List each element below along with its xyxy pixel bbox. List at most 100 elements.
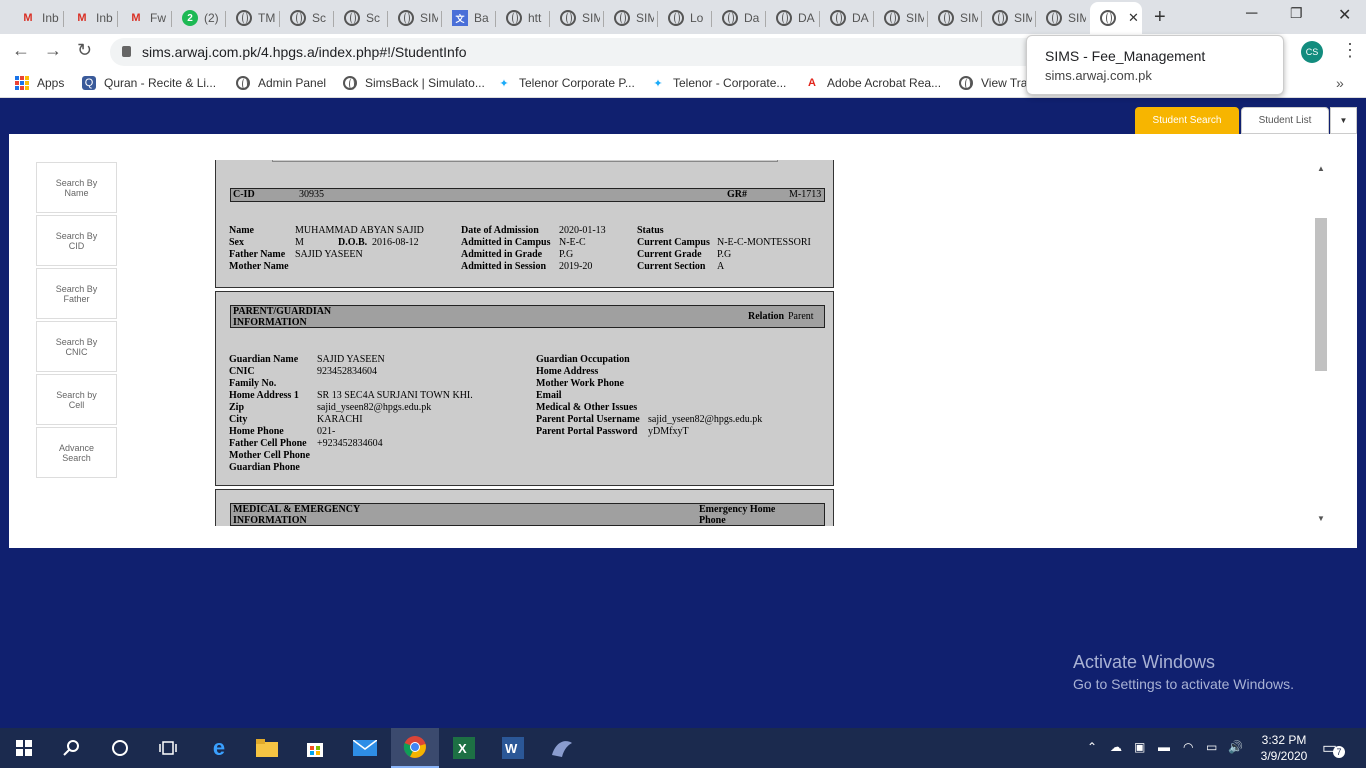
tab-11[interactable]: SIM — [550, 2, 604, 34]
search-by-father-button[interactable]: Search By Father — [36, 268, 117, 319]
gmail-icon: M — [77, 12, 87, 24]
student-list-button[interactable]: Student List — [1241, 107, 1329, 134]
bookmark-admin-panel[interactable]: Admin Panel — [236, 76, 326, 90]
student-info-scroll-area[interactable]: C-ID 30935 GR# M-1713 Name MUHAMMAD ABYA… — [214, 160, 835, 526]
tab-8[interactable]: SIM — [388, 2, 442, 34]
app-icon[interactable] — [538, 728, 586, 768]
student-info-box: C-ID 30935 GR# M-1713 Name MUHAMMAD ABYA… — [215, 160, 834, 288]
truncated-table-edge — [272, 160, 778, 162]
globe-icon — [290, 10, 306, 26]
tab-15[interactable]: DA — [766, 2, 820, 34]
tab-10[interactable]: htt — [496, 2, 550, 34]
tab-active[interactable]: ✕ — [1090, 2, 1142, 34]
globe-icon — [560, 10, 576, 26]
close-tab-icon[interactable]: ✕ — [1128, 10, 1139, 26]
medical-header: MEDICAL & EMERGENCY INFORMATION Emergenc… — [230, 503, 825, 526]
bookmark-simsback[interactable]: SimsBack | Simulato... — [343, 76, 485, 90]
bookmark-adobe[interactable]: A Adobe Acrobat Rea... — [805, 76, 941, 90]
tab-14[interactable]: Da — [712, 2, 766, 34]
main-panel: Search By Name Search By CID Search By Fath… — [9, 134, 1357, 548]
cortana-icon[interactable] — [96, 728, 144, 768]
profile-avatar[interactable]: CS — [1301, 41, 1323, 63]
advance-search-button[interactable]: Advance Search — [36, 427, 117, 478]
telenor-icon: ✦ — [499, 77, 509, 90]
wifi-icon[interactable]: ◠ — [1183, 740, 1193, 754]
store-icon[interactable] — [291, 728, 339, 768]
bookmark-quran[interactable]: Q Quran - Recite & Li... — [82, 76, 216, 90]
tab-1[interactable]: M Inb — [10, 2, 64, 34]
student-search-button[interactable]: Student Search — [1135, 107, 1239, 134]
quran-icon: Q — [82, 76, 96, 90]
tab-12[interactable]: SIM — [604, 2, 658, 34]
cloud-icon[interactable]: ☁ — [1110, 740, 1122, 754]
tab-18[interactable]: SIM — [928, 2, 982, 34]
globe-icon — [830, 10, 846, 26]
edge-icon[interactable]: e — [195, 728, 243, 768]
mail-icon[interactable] — [341, 728, 389, 768]
search-icon[interactable] — [48, 728, 96, 768]
tab-16[interactable]: DA — [820, 2, 874, 34]
menu-kebab-icon[interactable]: ⋮ — [1341, 40, 1359, 61]
battery-icon[interactable]: ▭ — [1206, 740, 1217, 754]
network-adapter-icon[interactable]: ▣ — [1134, 740, 1145, 754]
scrollbar-thumb[interactable] — [1315, 218, 1327, 371]
excel-icon[interactable]: X — [440, 728, 488, 768]
back-arrow-icon[interactable]: ← — [12, 40, 30, 61]
lock-icon — [122, 46, 131, 57]
tab-17[interactable]: SIM — [874, 2, 928, 34]
search-by-name-button[interactable]: Search By Name — [36, 162, 117, 213]
reload-icon[interactable]: ↻ — [77, 40, 92, 61]
tab-6[interactable]: Sc — [280, 2, 334, 34]
bookmark-view-tra[interactable]: View Tra — [959, 76, 1027, 90]
task-view-icon[interactable] — [144, 728, 192, 768]
display-icon[interactable]: ▬ — [1158, 740, 1170, 754]
forward-arrow-icon[interactable]: → — [44, 40, 62, 61]
windows-start-icon[interactable] — [0, 728, 48, 768]
dropdown-caret-icon[interactable]: ▼ — [1330, 107, 1357, 134]
close-window-icon[interactable]: ✕ — [1338, 5, 1351, 25]
tab-5[interactable]: TM — [226, 2, 280, 34]
tab-13[interactable]: Lo — [658, 2, 712, 34]
restore-icon[interactable]: ❐ — [1290, 5, 1303, 22]
system-clock[interactable]: 3:32 PM 3/9/2020 — [1254, 732, 1314, 764]
cid-header: C-ID 30935 GR# M-1713 — [230, 188, 825, 202]
scroll-up-arrow-icon[interactable]: ▲ — [1317, 164, 1325, 173]
vertical-scrollbar[interactable]: ▲ ▼ — [1313, 160, 1329, 526]
chrome-icon[interactable] — [391, 728, 439, 768]
notifications-count-badge: 7 — [1333, 746, 1345, 758]
bookmark-telenor-1[interactable]: ✦ Telenor Corporate P... — [497, 76, 634, 90]
tab-3[interactable]: M Fw — [118, 2, 172, 34]
taskbar: e X W ⌃ ☁ ▣ ▬ ◠ ▭ 🔊 3:32 PM 3/9/2020 ▭ 7 — [0, 728, 1366, 768]
chevron-up-icon[interactable]: ⌃ — [1087, 740, 1097, 754]
scroll-down-arrow-icon[interactable]: ▼ — [1317, 514, 1325, 523]
notifications-icon[interactable]: ▭ 7 — [1322, 738, 1345, 758]
bookmark-apps[interactable]: Apps — [15, 76, 64, 90]
search-by-cell-button[interactable]: Search by Cell — [36, 374, 117, 425]
notification-icon: 2 — [182, 10, 198, 26]
svg-text:W: W — [505, 741, 518, 756]
search-by-cnic-button[interactable]: Search By CNIC — [36, 321, 117, 372]
telenor-icon: ✦ — [653, 77, 663, 90]
tab-2[interactable]: M Inb — [64, 2, 118, 34]
globe-icon — [776, 10, 792, 26]
translate-icon: 文 — [452, 10, 468, 26]
tab-9[interactable]: 文 Ba — [442, 2, 496, 34]
globe-icon — [344, 10, 360, 26]
globe-icon — [722, 10, 738, 26]
apps-icon — [15, 76, 29, 90]
globe-icon — [1046, 10, 1062, 26]
tab-7[interactable]: Sc — [334, 2, 388, 34]
file-explorer-icon[interactable] — [243, 728, 291, 768]
tab-19[interactable]: SIM — [982, 2, 1036, 34]
volume-icon[interactable]: 🔊 — [1228, 740, 1243, 754]
word-icon[interactable]: W — [489, 728, 537, 768]
tab-4[interactable]: 2 (2) — [172, 2, 226, 34]
tab-20[interactable]: SIM — [1036, 2, 1090, 34]
globe-icon — [343, 76, 357, 90]
search-by-cid-button[interactable]: Search By CID — [36, 215, 117, 266]
bookmark-telenor-2[interactable]: ✦ Telenor - Corporate... — [651, 76, 786, 90]
minimize-icon[interactable]: ─ — [1246, 5, 1257, 23]
new-tab-button[interactable]: + — [1154, 6, 1166, 29]
bookmarks-overflow-button[interactable]: » — [1336, 75, 1344, 91]
globe-icon — [614, 10, 630, 26]
